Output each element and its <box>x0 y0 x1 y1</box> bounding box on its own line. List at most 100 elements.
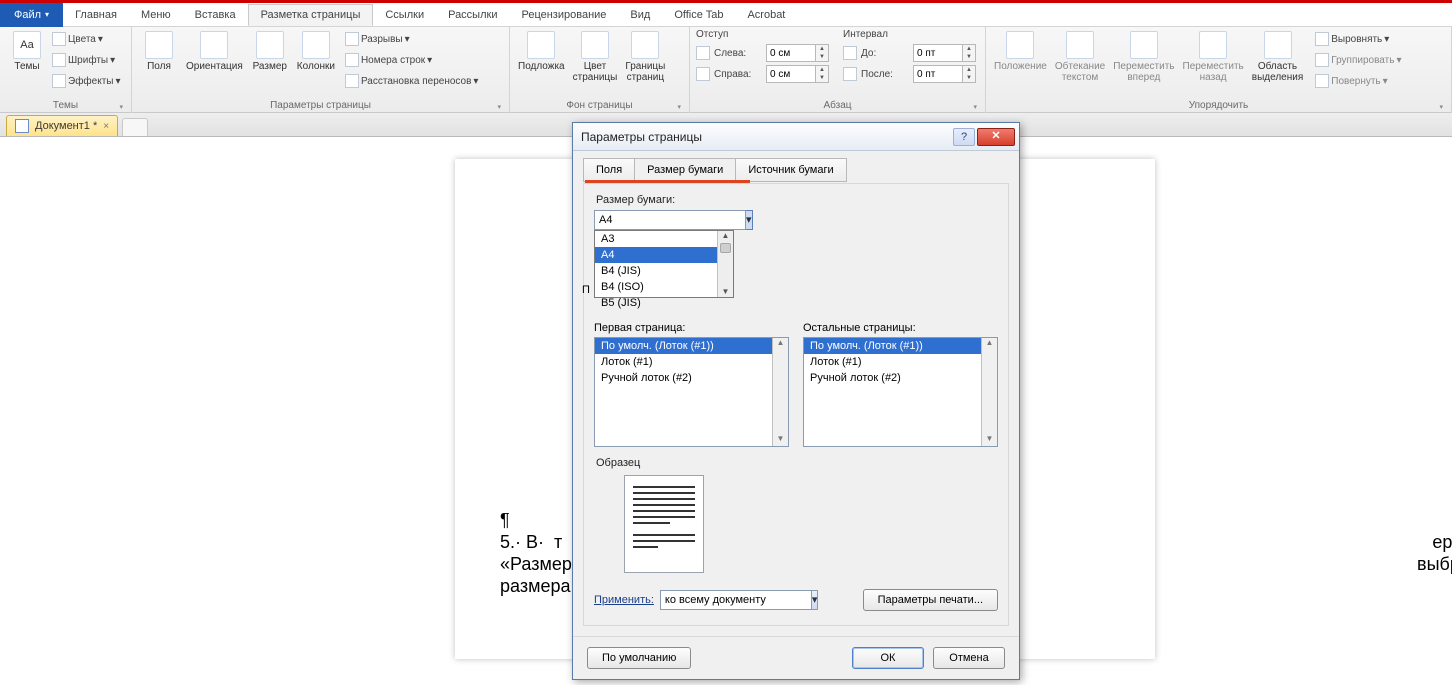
indent-left-spin[interactable]: ▲▼ <box>766 44 829 62</box>
indent-right-input[interactable] <box>767 69 815 80</box>
breaks-button[interactable]: Разрывы ▾ <box>345 29 478 49</box>
page-preview <box>624 475 704 573</box>
spin-up[interactable]: ▲ <box>816 45 828 53</box>
themes-button[interactable]: Aa Темы <box>6 29 48 74</box>
cancel-button[interactable]: Отмена <box>933 647 1005 669</box>
tab-menu[interactable]: Меню <box>129 5 183 25</box>
apply-to-combo[interactable]: ▾ <box>660 590 810 610</box>
columns-button[interactable]: Колонки <box>295 29 337 74</box>
spin-down[interactable]: ▼ <box>963 53 975 61</box>
defaults-button[interactable]: По умолчанию <box>587 647 691 669</box>
paper-size-input[interactable] <box>594 210 746 230</box>
spin-down[interactable]: ▼ <box>816 74 828 82</box>
wrap-button[interactable]: Обтекание текстом <box>1053 29 1107 85</box>
spin-up[interactable]: ▲ <box>963 45 975 53</box>
document-tab-label: Документ1 * <box>35 120 97 132</box>
theme-effects[interactable]: Эффекты ▾ <box>52 71 121 91</box>
position-button[interactable]: Положение <box>992 29 1049 74</box>
option-b4-iso[interactable]: B4 (ISO) <box>595 279 733 295</box>
group-objects-button[interactable]: Группировать ▾ <box>1315 50 1401 70</box>
option-b4-jis[interactable]: B4 (JIS) <box>595 263 733 279</box>
new-tab-button[interactable] <box>122 118 148 136</box>
annotation-underline <box>585 180 750 183</box>
word-doc-icon <box>15 119 29 133</box>
theme-fonts[interactable]: Шрифты ▾ <box>52 50 121 70</box>
rotate-button[interactable]: Повернуть ▾ <box>1315 71 1401 91</box>
dropdown-scrollbar[interactable]: ▲▼ <box>717 231 733 297</box>
tab-home[interactable]: Главная <box>63 5 129 25</box>
dialog-close-button[interactable]: ✕ <box>977 128 1015 146</box>
indent-header: Отступ <box>696 29 829 40</box>
page-color-icon <box>581 31 609 59</box>
margins-label: Поля <box>147 61 171 72</box>
hyphenation-button[interactable]: Расстановка переносов ▾ <box>345 71 478 91</box>
page-borders-button[interactable]: Границы страниц <box>623 29 667 85</box>
spin-down[interactable]: ▼ <box>963 74 975 82</box>
option-a4[interactable]: A4 <box>595 247 733 263</box>
margins-icon <box>145 31 173 59</box>
indent-right-spin[interactable]: ▲▼ <box>766 65 829 83</box>
tab-file[interactable]: Файл <box>0 3 63 27</box>
spacing-after-input[interactable] <box>914 69 962 80</box>
listbox-scrollbar[interactable]: ▲▼ <box>772 338 788 446</box>
align-button[interactable]: Выровнять ▾ <box>1315 29 1401 49</box>
ok-button[interactable]: ОК <box>852 647 924 669</box>
orientation-button[interactable]: Ориентация <box>184 29 245 74</box>
size-icon <box>256 31 284 59</box>
list-item[interactable]: Ручной лоток (#2) <box>804 370 997 386</box>
send-backward-button[interactable]: Переместить назад <box>1181 29 1246 85</box>
tab-page-layout[interactable]: Разметка страницы <box>248 4 374 26</box>
list-item[interactable]: Ручной лоток (#2) <box>595 370 788 386</box>
print-options-button[interactable]: Параметры печати... <box>863 589 998 611</box>
size-button[interactable]: Размер <box>249 29 291 74</box>
tab-office-tab[interactable]: Office Tab <box>662 5 735 25</box>
spin-down[interactable]: ▼ <box>816 53 828 61</box>
spacing-before-input[interactable] <box>914 48 962 59</box>
list-item[interactable]: По умолч. (Лоток (#1)) <box>595 338 788 354</box>
tab-acrobat[interactable]: Acrobat <box>735 5 797 25</box>
chevron-down-icon[interactable]: ▾ <box>812 590 819 610</box>
ribbon-tabs: Файл Главная Меню Вставка Разметка стран… <box>0 3 1452 27</box>
apply-to-input[interactable] <box>660 590 812 610</box>
paper-size-dropdown[interactable]: A3 A4 B4 (JIS) B4 (ISO) B5 (JIS) ▲▼ <box>594 230 734 298</box>
bring-forward-button[interactable]: Переместить вперед <box>1111 29 1176 85</box>
spacing-before-spin[interactable]: ▲▼ <box>913 44 976 62</box>
list-item[interactable]: По умолч. (Лоток (#1)) <box>804 338 997 354</box>
selection-pane-button[interactable]: Область выделения <box>1250 29 1305 85</box>
spin-up[interactable]: ▲ <box>816 66 828 74</box>
dialog-tab-paper[interactable]: Размер бумаги <box>634 158 736 182</box>
margins-button[interactable]: Поля <box>138 29 180 74</box>
watermark-button[interactable]: Подложка <box>516 29 567 74</box>
page-color-button[interactable]: Цвет страницы <box>571 29 620 85</box>
dialog-help-button[interactable]: ? <box>953 128 975 146</box>
tab-review[interactable]: Рецензирование <box>509 5 618 25</box>
dialog-tab-margins[interactable]: Поля <box>583 158 635 182</box>
indent-left-input[interactable] <box>767 48 815 59</box>
list-item[interactable]: Лоток (#1) <box>804 354 997 370</box>
align-icon <box>1315 32 1329 46</box>
list-item[interactable]: Лоток (#1) <box>595 354 788 370</box>
orientation-label: Ориентация <box>186 61 243 72</box>
listbox-scrollbar[interactable]: ▲▼ <box>981 338 997 446</box>
tab-mailings[interactable]: Рассылки <box>436 5 509 25</box>
cut-label-p: П <box>582 284 590 296</box>
option-a3[interactable]: A3 <box>595 231 733 247</box>
dialog-tab-source[interactable]: Источник бумаги <box>735 158 846 182</box>
tab-insert[interactable]: Вставка <box>183 5 248 25</box>
tab-view[interactable]: Вид <box>618 5 662 25</box>
chevron-down-icon[interactable]: ▾ <box>746 210 753 230</box>
option-b5-jis[interactable]: B5 (JIS) <box>595 295 733 311</box>
line-numbers-button[interactable]: Номера строк ▾ <box>345 50 478 70</box>
tab-references[interactable]: Ссылки <box>373 5 436 25</box>
selection-icon <box>1264 31 1292 59</box>
group-themes-label: Темы <box>6 98 125 113</box>
spin-up[interactable]: ▲ <box>963 66 975 74</box>
other-pages-listbox[interactable]: По умолч. (Лоток (#1)) Лоток (#1) Ручной… <box>803 337 998 447</box>
first-page-listbox[interactable]: По умолч. (Лоток (#1)) Лоток (#1) Ручной… <box>594 337 789 447</box>
paper-size-combo[interactable]: ▾ <box>594 210 734 230</box>
dialog-titlebar[interactable]: Параметры страницы ? ✕ <box>573 123 1019 151</box>
spacing-after-spin[interactable]: ▲▼ <box>913 65 976 83</box>
document-tab[interactable]: Документ1 * × <box>6 115 118 136</box>
close-doc-icon[interactable]: × <box>103 121 109 132</box>
theme-colors[interactable]: Цвета ▾ <box>52 29 121 49</box>
